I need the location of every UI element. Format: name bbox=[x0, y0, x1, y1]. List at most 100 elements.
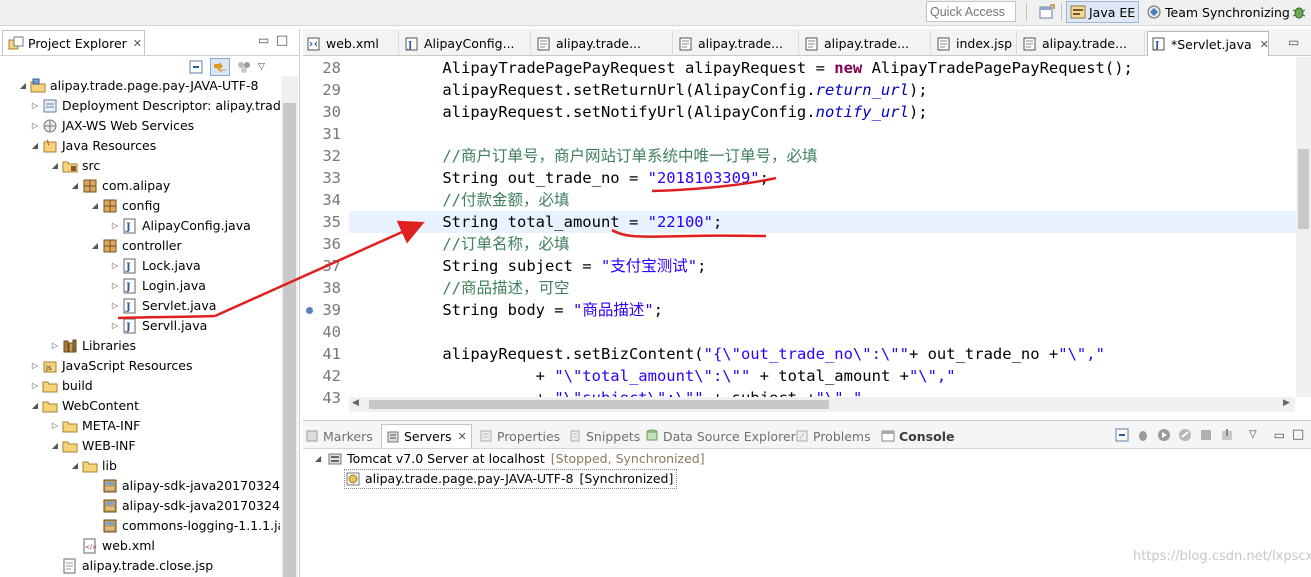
tree-item[interactable]: ◢ alipay.trade.page.pay-JAVA-UTF-8 bbox=[18, 76, 259, 96]
tree-item[interactable]: </> web.xml bbox=[70, 536, 155, 556]
collapsed-twisty-icon[interactable]: ▷ bbox=[110, 316, 120, 336]
code-line[interactable]: String out_trade_no = "2018103309"; bbox=[349, 167, 1299, 189]
collapsed-twisty-icon[interactable]: ▷ bbox=[110, 276, 120, 296]
editor-tab[interactable]: alipay.trade... bbox=[801, 31, 931, 56]
tree-item[interactable]: ▷ J Lock.java bbox=[110, 256, 201, 276]
profile-server-icon[interactable] bbox=[1178, 428, 1192, 442]
panel-tab[interactable]: Servers ✕ bbox=[381, 424, 472, 448]
tree-item[interactable]: ◢ WEB-INF bbox=[50, 436, 136, 456]
editor-tab[interactable]: alipay.trade... bbox=[675, 31, 799, 56]
maximize-icon[interactable]: □ bbox=[1292, 427, 1304, 442]
collapsed-twisty-icon[interactable]: ▷ bbox=[110, 216, 120, 236]
expanded-twisty-icon[interactable]: ◢ bbox=[30, 136, 40, 156]
code-editor[interactable]: AlipayTradePagePayRequest alipayRequest … bbox=[349, 57, 1299, 397]
editor-tab[interactable]: alipay.trade... bbox=[533, 31, 673, 56]
panel-tab[interactable]: Data Source Explorer bbox=[645, 424, 796, 448]
tree-item[interactable]: alipay-sdk-java2017032418 bbox=[90, 496, 280, 516]
code-line[interactable]: alipayRequest.setNotifyUrl(AlipayConfig.… bbox=[349, 101, 1299, 123]
editor-tab[interactable]: J *Servlet.java ✕ bbox=[1147, 31, 1269, 56]
expanded-twisty-icon[interactable]: ◢ bbox=[70, 456, 80, 476]
close-icon[interactable]: ✕ bbox=[1260, 38, 1269, 51]
expanded-twisty-icon[interactable]: ◢ bbox=[30, 396, 40, 416]
tree-item[interactable]: alipay-sdk-java2017032418 bbox=[90, 476, 280, 496]
tree-item[interactable]: ◢ config bbox=[90, 196, 160, 216]
panel-tab[interactable]: Markers bbox=[305, 424, 373, 448]
tree-item[interactable]: ▷ J Servlet.java bbox=[110, 296, 216, 316]
perspective-team-button[interactable]: Team Synchronizing bbox=[1143, 1, 1293, 23]
tree-item[interactable]: ▷ J Servll.java bbox=[110, 316, 207, 336]
tree-item[interactable]: ▷ Deployment Descriptor: alipay.trade bbox=[30, 96, 280, 116]
start-server-icon[interactable] bbox=[1157, 428, 1171, 442]
tree-item[interactable]: ◢ WebContent bbox=[30, 396, 139, 416]
perspective-javaee-button[interactable]: Java EE bbox=[1066, 1, 1140, 23]
close-icon[interactable]: ✕ bbox=[458, 430, 467, 443]
module-row[interactable]: alipay.trade.page.pay-JAVA-UTF-8 [Synchr… bbox=[344, 469, 678, 489]
code-line[interactable]: //付款金额，必填 bbox=[349, 189, 1299, 211]
expanded-twisty-icon[interactable]: ◢ bbox=[70, 176, 80, 196]
tree-item[interactable]: ◢ com.alipay bbox=[70, 176, 170, 196]
minimize-icon[interactable]: ▭ bbox=[258, 33, 269, 47]
code-line[interactable]: alipayRequest.setReturnUrl(AlipayConfig.… bbox=[349, 79, 1299, 101]
tree-item[interactable]: ▷ build bbox=[30, 376, 93, 396]
tree-item[interactable]: alipay.trade.close.jsp bbox=[50, 556, 213, 576]
explorer-scroll-thumb[interactable] bbox=[283, 103, 296, 577]
link-with-editor-icon[interactable] bbox=[210, 58, 230, 76]
panel-tab[interactable]: Properties bbox=[479, 424, 560, 448]
editor-horizontal-thumb[interactable] bbox=[369, 400, 829, 409]
expanded-twisty-icon[interactable]: ◢ bbox=[18, 76, 28, 96]
minimize-icon[interactable]: ▭ bbox=[1274, 428, 1285, 442]
server-row[interactable]: ◢ Tomcat v7.0 Server at localhost [Stopp… bbox=[315, 449, 705, 469]
collapse-icon[interactable] bbox=[1115, 428, 1129, 442]
dropdown-icon[interactable]: ▽ bbox=[258, 62, 265, 72]
view-menu-icon[interactable] bbox=[236, 59, 252, 75]
expanded-twisty-icon[interactable]: ◢ bbox=[90, 236, 100, 256]
tree-item[interactable]: ◢ controller bbox=[90, 236, 182, 256]
scroll-left-icon[interactable]: ◀ bbox=[352, 398, 359, 408]
tree-item[interactable]: ▷ META-INF bbox=[50, 416, 140, 436]
open-perspective-icon[interactable] bbox=[1039, 4, 1055, 20]
collapsed-twisty-icon[interactable]: ▷ bbox=[30, 116, 40, 136]
editor-vertical-thumb[interactable] bbox=[1298, 149, 1309, 229]
collapse-all-icon[interactable] bbox=[188, 59, 204, 75]
stop-server-icon[interactable] bbox=[1199, 428, 1213, 442]
expanded-twisty-icon[interactable]: ◢ bbox=[90, 196, 100, 216]
code-line[interactable]: String subject = "支付宝测试"; bbox=[349, 255, 1299, 277]
code-line[interactable]: String body = "商品描述"; bbox=[349, 299, 1299, 321]
tree-item[interactable]: ◢ Java Resources bbox=[30, 136, 156, 156]
tree-item[interactable]: ▷ Libraries bbox=[50, 336, 136, 356]
debug-perspective-icon[interactable] bbox=[1291, 4, 1307, 20]
close-icon[interactable]: ✕ bbox=[133, 37, 142, 50]
tree-item[interactable]: ◢ src bbox=[50, 156, 100, 176]
tree-item[interactable]: ▷ JAX-WS Web Services bbox=[30, 116, 194, 136]
code-line[interactable]: String total_amount = "22100"; bbox=[349, 211, 1299, 233]
expanded-twisty-icon[interactable]: ◢ bbox=[50, 156, 60, 176]
editor-tab[interactable]: index.jsp bbox=[933, 31, 1017, 56]
tree-item[interactable]: ▷ J Login.java bbox=[110, 276, 206, 296]
collapsed-twisty-icon[interactable]: ▷ bbox=[30, 356, 40, 376]
panel-tab[interactable]: Console bbox=[881, 424, 954, 448]
project-explorer-tab[interactable]: Project Explorer ✕ bbox=[2, 30, 145, 55]
collapsed-twisty-icon[interactable]: ▷ bbox=[110, 296, 120, 316]
code-line[interactable]: //商品描述，可空 bbox=[349, 277, 1299, 299]
minimize-icon[interactable]: ▭ bbox=[1288, 35, 1299, 49]
code-line[interactable]: //商户订单号，商户网站订单系统中唯一订单号，必填 bbox=[349, 145, 1299, 167]
code-line[interactable]: + "\"total_amount\":\"" + total_amount +… bbox=[349, 365, 1299, 387]
quick-access-input[interactable] bbox=[926, 1, 1016, 22]
tree-item[interactable]: commons-logging-1.1.1.jar bbox=[90, 516, 280, 536]
tree-item[interactable]: ◢ lib bbox=[70, 456, 117, 476]
panel-tab[interactable]: Problems bbox=[795, 424, 871, 448]
editor-tab[interactable]: web.xml bbox=[303, 31, 399, 56]
expand-twisty-icon[interactable]: ◢ bbox=[315, 449, 321, 469]
tree-item[interactable]: ▷ J AlipayConfig.java bbox=[110, 216, 251, 236]
tree-item[interactable]: ▷ js JavaScript Resources bbox=[30, 356, 193, 376]
panel-tab[interactable]: Snippets bbox=[568, 424, 640, 448]
collapsed-twisty-icon[interactable]: ▷ bbox=[110, 256, 120, 276]
code-line[interactable]: //订单名称，必填 bbox=[349, 233, 1299, 255]
publish-icon[interactable] bbox=[1220, 428, 1234, 442]
view-menu-icon[interactable]: ▽ bbox=[1249, 429, 1257, 440]
debug-server-icon[interactable] bbox=[1136, 428, 1150, 442]
code-line[interactable]: + "\"subject\":\"" + subject +"\"," bbox=[349, 387, 1299, 397]
scroll-right-icon[interactable]: ▶ bbox=[1283, 398, 1290, 408]
collapsed-twisty-icon[interactable]: ▷ bbox=[50, 416, 60, 436]
editor-tab[interactable]: J AlipayConfig... bbox=[401, 31, 531, 56]
